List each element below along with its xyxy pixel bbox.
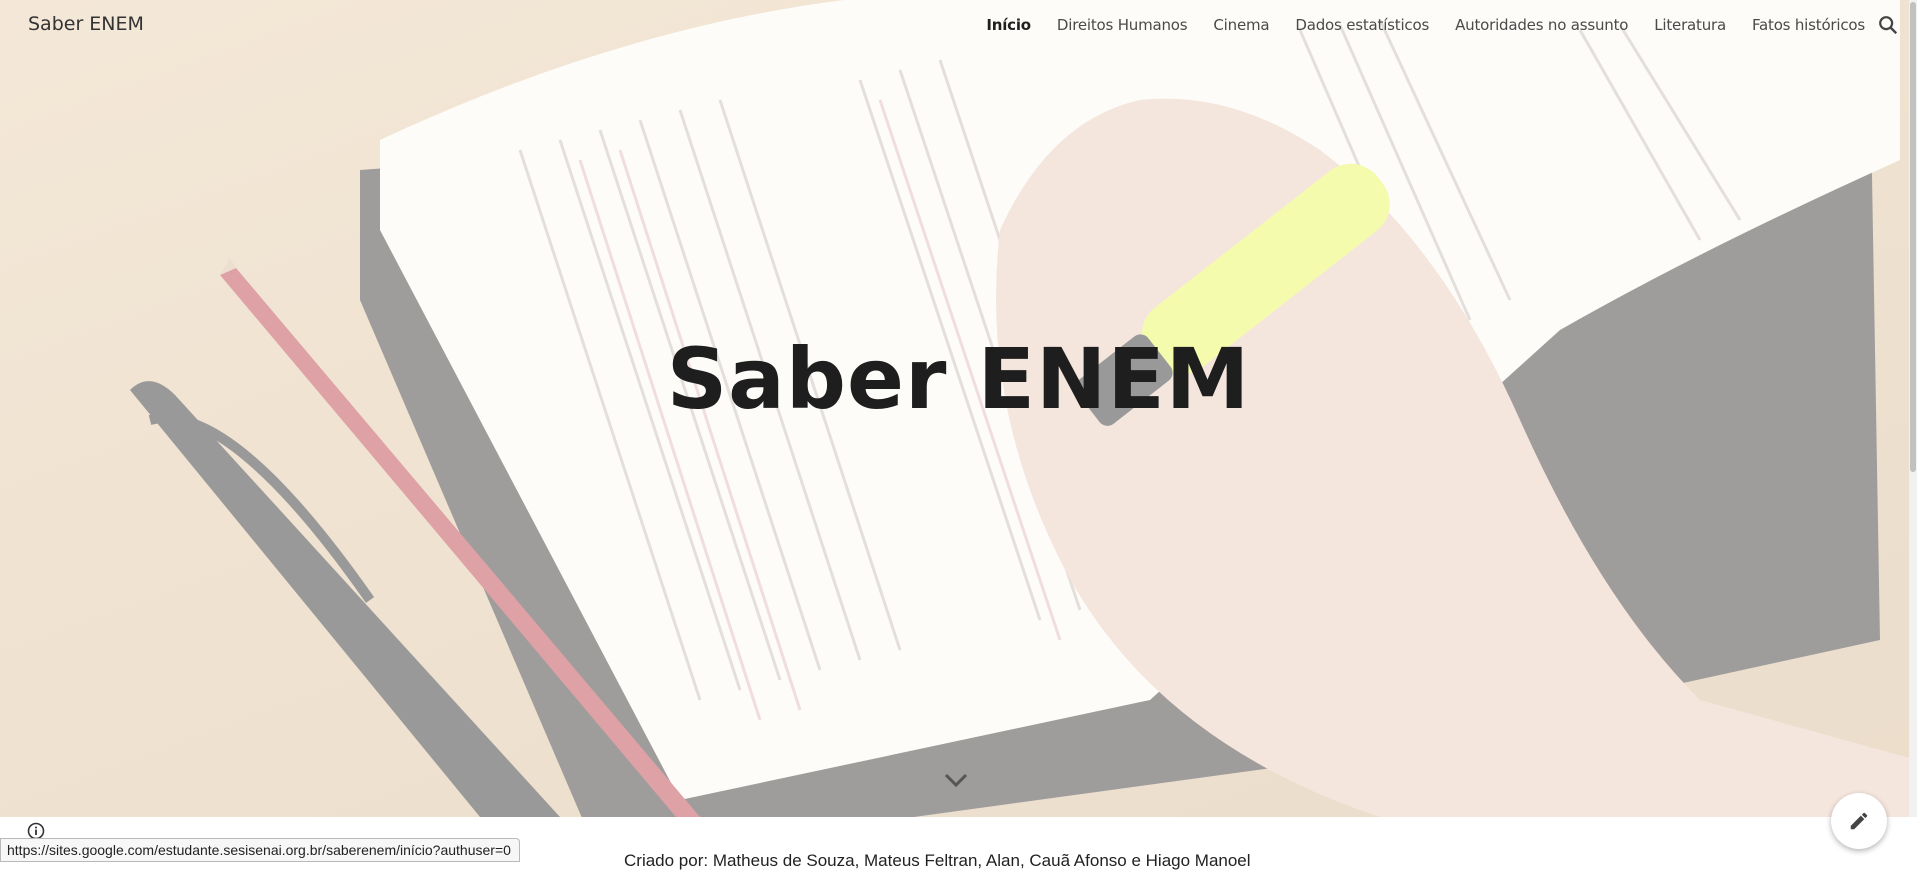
nav-item-direitos-humanos[interactable]: Direitos Humanos [1057,16,1188,34]
pencil-icon [1850,812,1868,830]
credits-text: Criado por: Matheus de Souza, Mateus Fel… [624,851,1251,870]
search-icon[interactable] [1877,14,1899,36]
main-nav: Início Direitos Humanos Cinema Dados est… [986,16,1865,34]
nav-item-literatura[interactable]: Literatura [1654,16,1726,34]
nav-item-dados-estatisticos[interactable]: Dados estatísticos [1295,16,1429,34]
hero-title: Saber ENEM [666,330,1251,428]
chevron-down-icon[interactable] [942,768,970,792]
scrollbar-track[interactable] [1909,0,1917,817]
hero-banner: Saber ENEM [0,0,1917,817]
nav-item-autoridades[interactable]: Autoridades no assunto [1455,16,1628,34]
nav-item-inicio[interactable]: Início [986,16,1031,34]
status-bar-url: https://sites.google.com/estudante.sesis… [0,838,520,862]
top-navigation-bar: Saber ENEM Início Direitos Humanos Cinem… [0,0,1917,52]
nav-item-fatos-historicos[interactable]: Fatos históricos [1752,16,1865,34]
site-title-link[interactable]: Saber ENEM [28,13,144,35]
nav-item-cinema[interactable]: Cinema [1213,16,1269,34]
scrollbar-thumb[interactable] [1910,2,1916,472]
edit-button[interactable] [1831,793,1887,849]
